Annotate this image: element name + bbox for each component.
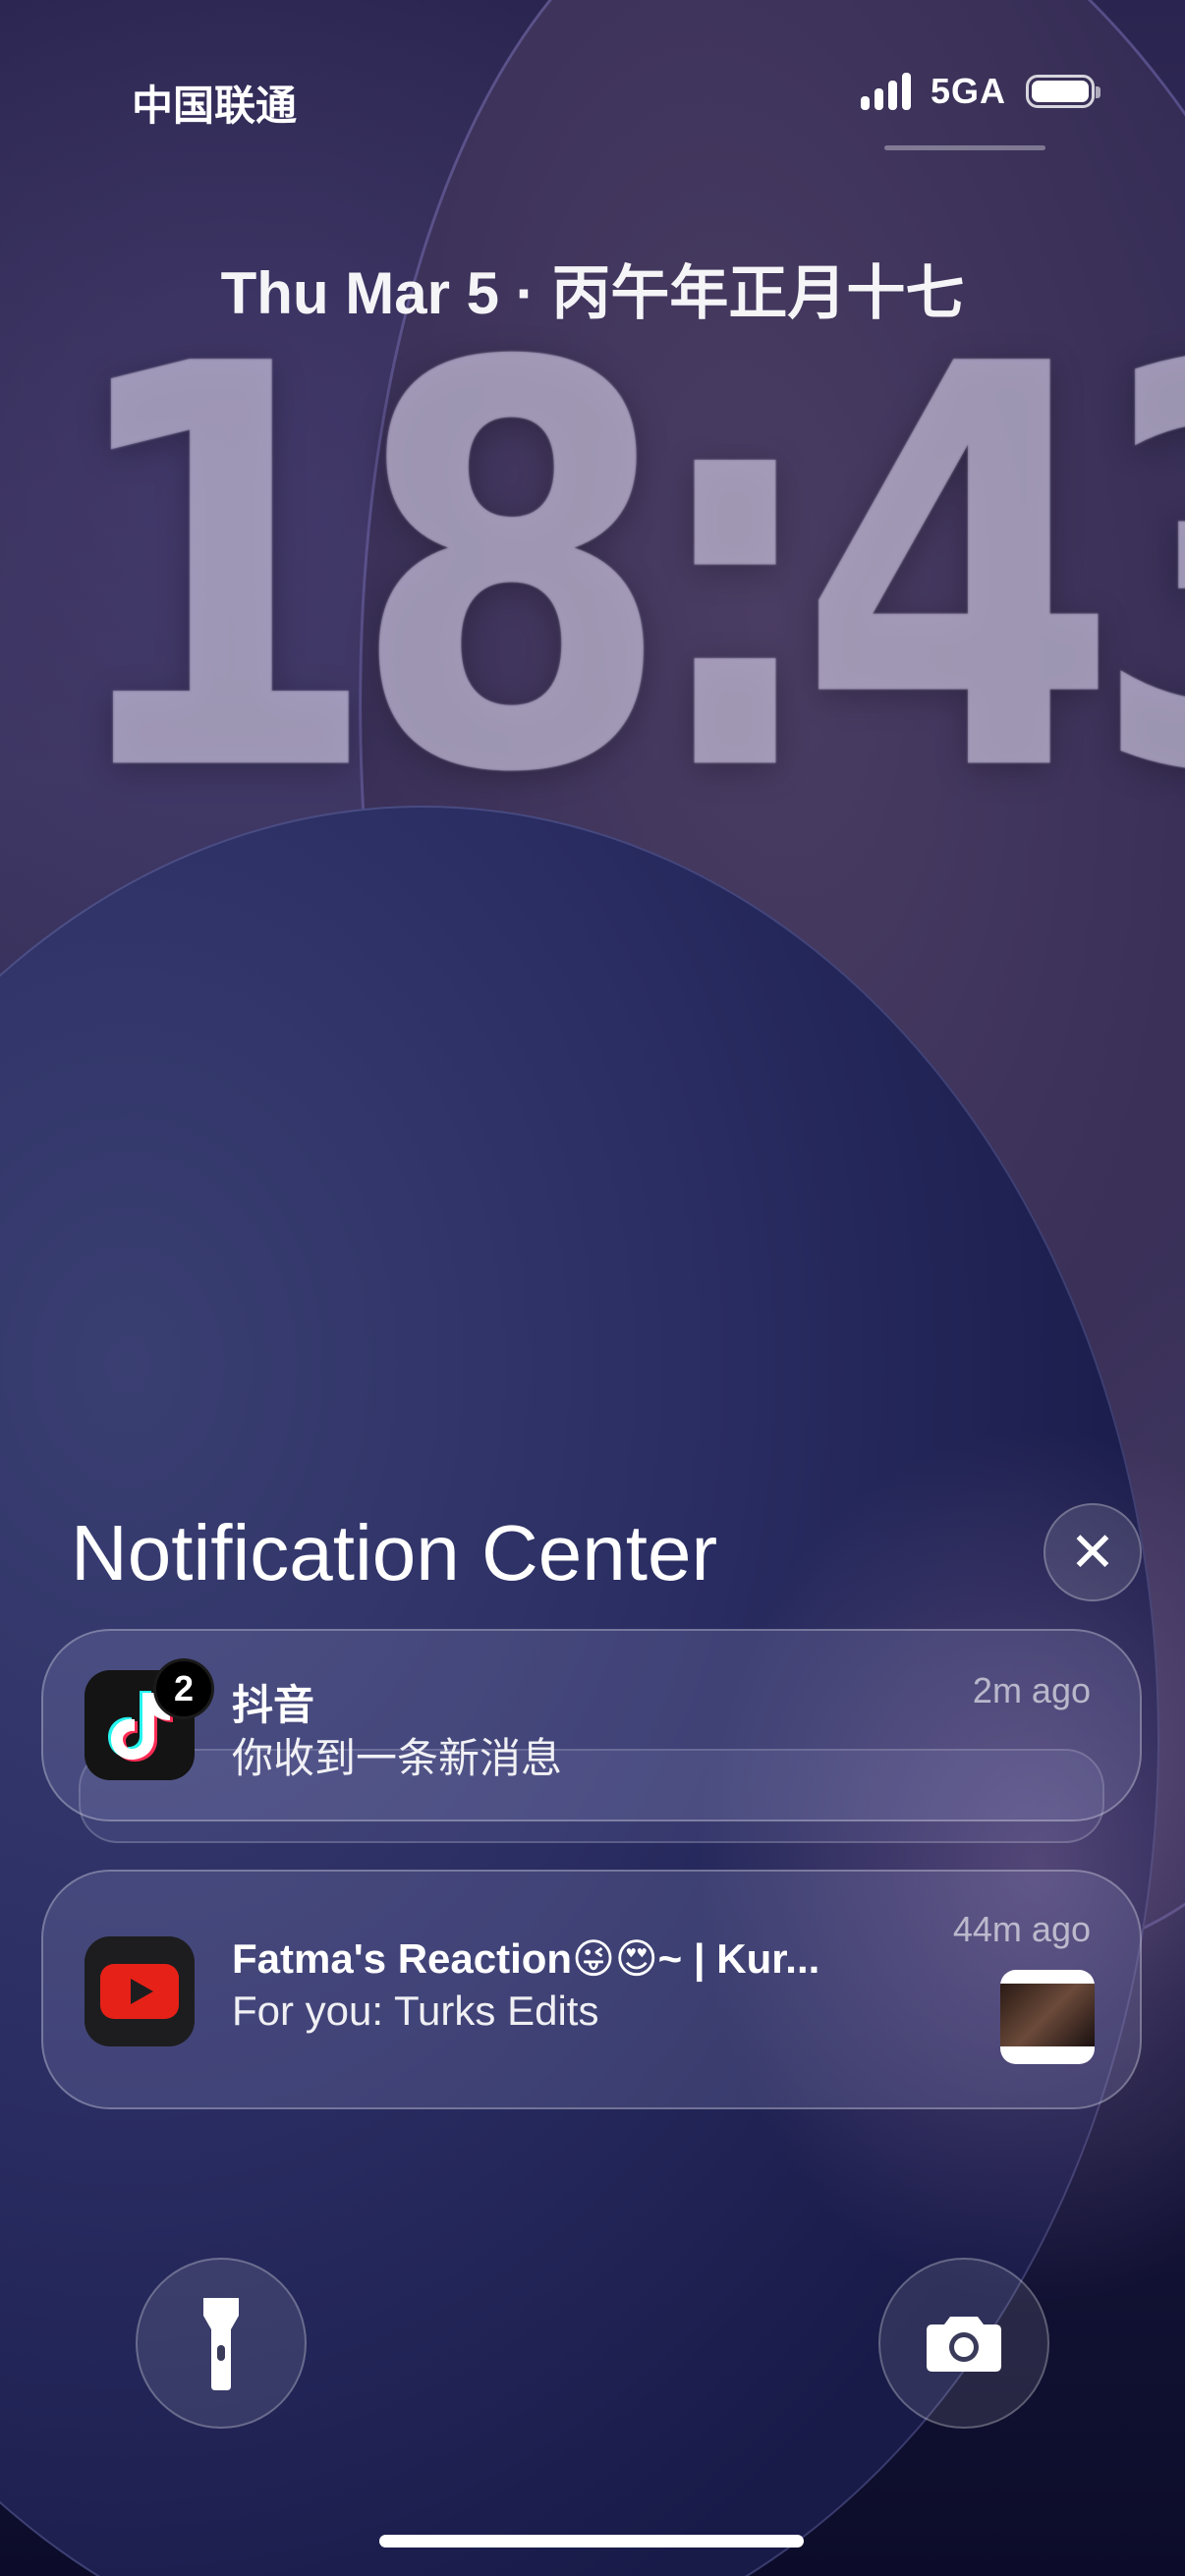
notification-body: 你收到一条新消息 [232,1735,563,1781]
close-icon: ✕ [1069,1521,1116,1583]
notification-title: 抖音 [232,1682,315,1728]
network-type: 5GA [930,71,1006,111]
notification-time: 2m ago [972,1670,1091,1710]
flashlight-button[interactable] [136,2258,307,2429]
lock-clock: 18:43 [59,249,1185,894]
flashlight-icon [203,2298,239,2390]
notification-count-badge: 2 [153,1658,214,1719]
notification-center-title: Notification Center [71,1509,718,1596]
notification-tiktok[interactable]: 2 抖音 你收到一条新消息 2m ago [41,1629,1142,1821]
battery-icon [1026,75,1100,108]
notification-time: 44m ago [952,1909,1091,1949]
carrier-name: 中国联通 [132,83,298,129]
control-center-grabber[interactable] [884,145,1045,150]
youtube-icon [85,1936,195,2046]
status-icons: 5GA [860,71,1100,112]
clear-notifications-button[interactable]: ✕ [1044,1503,1142,1601]
camera-icon [927,2317,1001,2372]
signal-icon [860,73,911,110]
notification-title: Fatma's Reaction😜😍~ | Kur... [232,1935,820,1982]
camera-button[interactable] [878,2258,1049,2429]
notification-youtube[interactable]: Fatma's Reaction😜😍~ | Kur... For you: Tu… [41,1870,1142,2109]
notification-body: For you: Turks Edits [232,1988,599,2034]
home-indicator[interactable] [379,2535,804,2548]
notification-thumbnail [1000,1970,1095,2064]
